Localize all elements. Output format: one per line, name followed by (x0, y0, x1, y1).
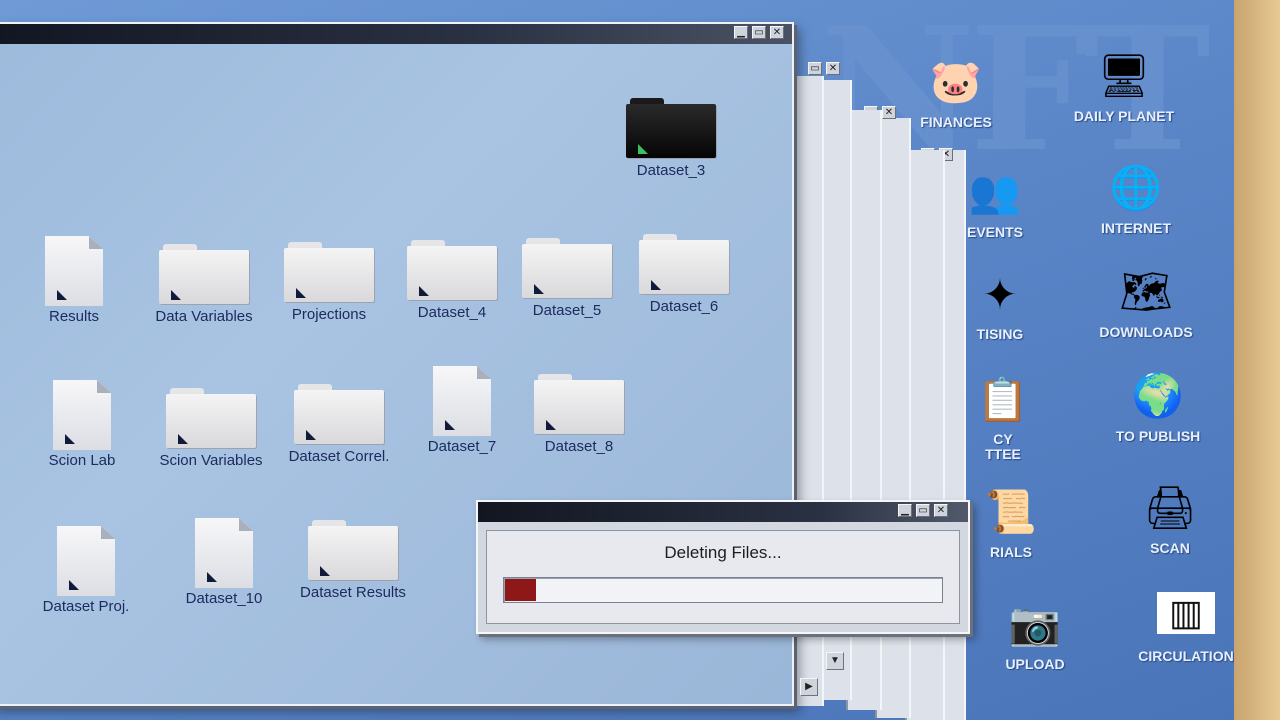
people-icon: 👥 (968, 167, 1022, 215)
file-item-dataset-6[interactable]: Dataset_6 (619, 234, 749, 315)
desktop-icon-label: INTERNET (1101, 220, 1171, 236)
file-item-label: Scion Lab (48, 452, 116, 469)
download-globe-icon: 🗺 (1119, 267, 1173, 315)
document-icon (53, 380, 111, 450)
file-item-label: Scion Variables (159, 452, 263, 469)
file-item-results[interactable]: Results (9, 236, 139, 325)
globe-icon: 🌐 (1109, 163, 1163, 211)
folder-icon (166, 388, 256, 450)
folder-icon (308, 520, 398, 582)
advertising-icon: ✦ (982, 270, 1018, 318)
folder-icon (639, 234, 729, 296)
file-item-label: Dataset_8 (544, 438, 614, 455)
file-item-label: Dataset_10 (185, 590, 263, 607)
dialog-message: Deleting Files... (664, 543, 782, 562)
desktop-icon-label: CY TTEE (985, 431, 1021, 462)
close-button[interactable]: ✕ (882, 106, 896, 119)
file-item-label: Dataset_4 (417, 304, 487, 321)
file-item-label: Results (48, 308, 100, 325)
document-icon (45, 236, 103, 306)
delete-progress-bar (503, 577, 943, 603)
tutorials-icon: 📜 (984, 487, 1038, 535)
file-item-projections[interactable]: Projections (264, 242, 394, 323)
folder-icon (626, 98, 716, 160)
file-item-label: Dataset Correl. (288, 448, 390, 465)
maximize-button[interactable]: ▭ (916, 504, 930, 517)
monitor-bezel (1234, 0, 1280, 720)
committee-icon: 📋 (976, 375, 1030, 423)
folder-icon (407, 240, 497, 302)
document-icon (433, 366, 491, 436)
file-item-dataset-results[interactable]: Dataset Results (288, 520, 418, 601)
dialog-body: Deleting Files... (486, 530, 960, 624)
desktop-icon-label: TO PUBLISH (1115, 428, 1201, 444)
folder-icon (522, 238, 612, 300)
barcode-icon: ▥ (1157, 592, 1215, 634)
maximize-button[interactable]: ▭ (808, 62, 822, 75)
file-item-dataset-8[interactable]: Dataset_8 (514, 374, 644, 455)
file-item-dataset-4[interactable]: Dataset_4 (387, 240, 517, 321)
minimize-button[interactable]: ▁ (898, 504, 912, 517)
file-item-scion-variables[interactable]: Scion Variables (146, 388, 276, 469)
file-item-label: Dataset_3 (636, 162, 706, 179)
camera-icon: 📷 (1008, 599, 1062, 647)
desktop-icon-daily-planet[interactable]: 🖥 DAILY PLANET (1054, 46, 1194, 125)
file-item-dataset-7[interactable]: Dataset_7 (397, 366, 527, 455)
cascade-window-4[interactable] (905, 150, 945, 720)
folder-icon (159, 244, 249, 306)
file-item-dataset-5[interactable]: Dataset_5 (502, 238, 632, 319)
close-button[interactable]: ✕ (770, 26, 784, 39)
folder-icon (294, 384, 384, 446)
file-item-dataset-3[interactable]: Dataset_3 (606, 98, 736, 179)
desktop-icon-tutorials[interactable]: 📜 RIALS (976, 482, 1046, 561)
scroll-right-button[interactable]: ▶ (800, 678, 818, 696)
document-icon (195, 518, 253, 588)
desktop-icon-advertising[interactable]: ✦ TISING (960, 264, 1040, 343)
file-item-label: Dataset_6 (649, 298, 719, 315)
file-item-label: Dataset Results (300, 584, 406, 601)
desktop-icon-internet[interactable]: 🌐 INTERNET (1066, 158, 1206, 237)
desktop-icon-label: DAILY PLANET (1073, 108, 1175, 124)
desktop-icon-label: SCAN (1150, 540, 1190, 556)
file-item-label: Dataset_7 (427, 438, 497, 455)
file-item-label: Projections (291, 306, 367, 323)
file-item-dataset-10[interactable]: Dataset_10 (159, 518, 289, 607)
scanner-icon: 🖨 (1143, 483, 1197, 531)
daily-planet-globe-icon: 🌍 (1131, 371, 1185, 419)
folder-icon (534, 374, 624, 436)
file-item-data-variables[interactable]: Data Variables (139, 244, 269, 325)
folder-icon (284, 242, 374, 304)
progress-fill (505, 579, 536, 601)
maximize-button[interactable]: ▭ (752, 26, 766, 39)
file-item-label: Data Variables (155, 308, 253, 325)
piggy-bank-icon: 🐷 (929, 57, 983, 105)
desktop-icon-label: UPLOAD (1005, 656, 1065, 672)
desktop-icon-committee[interactable]: 📋 CY TTEE (968, 370, 1038, 462)
close-button[interactable]: ✕ (934, 504, 948, 517)
desktop-icon-label: DOWNLOADS (1099, 324, 1193, 340)
file-item-scion-lab[interactable]: Scion Lab (17, 380, 147, 469)
desktop-icon-to-publish[interactable]: 🌍 TO PUBLISH (1088, 366, 1228, 445)
minimize-button[interactable]: ▁ (734, 26, 748, 39)
monitor-icon: 🖥 (1097, 51, 1151, 99)
document-icon (57, 526, 115, 596)
desktop-icon-upload[interactable]: 📷 UPLOAD (990, 594, 1080, 673)
dialog-titlebar[interactable]: ▁ ▭ ✕ (478, 502, 968, 522)
desktop-icon-scan[interactable]: 🖨 SCAN (1100, 478, 1240, 557)
close-button[interactable]: ✕ (826, 62, 840, 75)
file-window-titlebar[interactable]: ▁ ▭ ✕ (0, 24, 792, 44)
desktop-icon-label: TISING (976, 326, 1024, 342)
file-item-dataset-correl[interactable]: Dataset Correl. (274, 384, 404, 465)
file-item-dataset-proj[interactable]: Dataset Proj. (21, 526, 151, 615)
deleting-files-dialog[interactable]: ▁ ▭ ✕ Deleting Files... (476, 500, 970, 634)
file-item-label: Dataset_5 (532, 302, 602, 319)
desktop-icon-label: RIALS (990, 544, 1032, 560)
desktop-icon-downloads[interactable]: 🗺 DOWNLOADS (1076, 262, 1216, 341)
scroll-down-button[interactable]: ▼ (826, 652, 844, 670)
file-item-label: Dataset Proj. (42, 598, 130, 615)
